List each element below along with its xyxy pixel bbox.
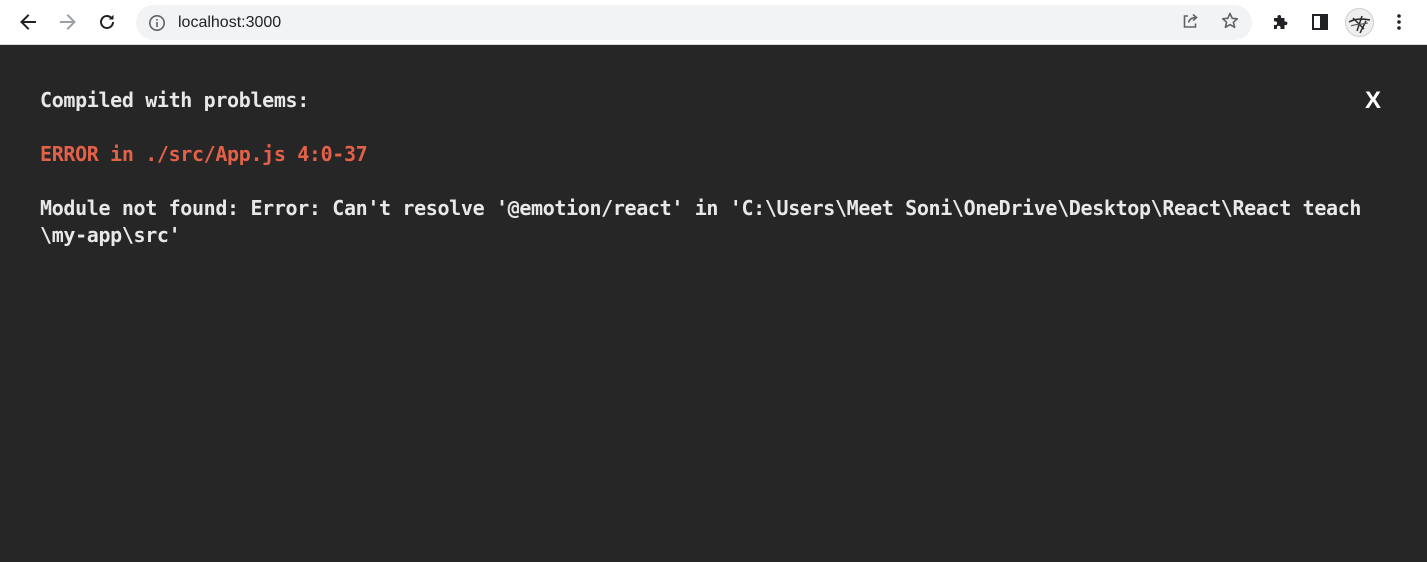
extensions-button[interactable] (1264, 6, 1296, 38)
star-icon (1220, 11, 1240, 36)
share-icon (1180, 11, 1200, 36)
browser-toolbar: localhost:3000 (0, 0, 1427, 45)
bookmark-button[interactable] (1215, 8, 1245, 38)
side-panel-icon (1310, 12, 1330, 32)
arrow-right-icon (58, 12, 78, 32)
reload-button[interactable] (91, 6, 123, 38)
profile-avatar-icon (1346, 15, 1373, 36)
share-button[interactable] (1175, 8, 1205, 38)
arrow-left-icon (18, 12, 38, 32)
error-title: ERROR in ./src/App.js 4:0-37 (40, 142, 368, 166)
info-icon[interactable] (148, 14, 166, 32)
browser-menu-button[interactable] (1383, 6, 1415, 38)
side-panel-button[interactable] (1304, 6, 1336, 38)
url-text[interactable]: localhost:3000 (178, 5, 281, 40)
reload-icon (97, 12, 117, 32)
address-bar[interactable]: localhost:3000 (136, 5, 1252, 40)
kebab-menu-icon (1389, 12, 1409, 32)
profile-avatar[interactable] (1345, 8, 1374, 37)
error-overlay: Compiled with problems: X ERROR in ./src… (0, 46, 1427, 562)
error-message: Module not found: Error: Can't resolve '… (40, 196, 1362, 247)
forward-button[interactable] (52, 6, 84, 38)
close-overlay-button[interactable]: X (1359, 86, 1387, 116)
back-button[interactable] (12, 6, 44, 38)
overlay-header: Compiled with problems: (40, 88, 309, 112)
puzzle-icon (1270, 12, 1290, 32)
